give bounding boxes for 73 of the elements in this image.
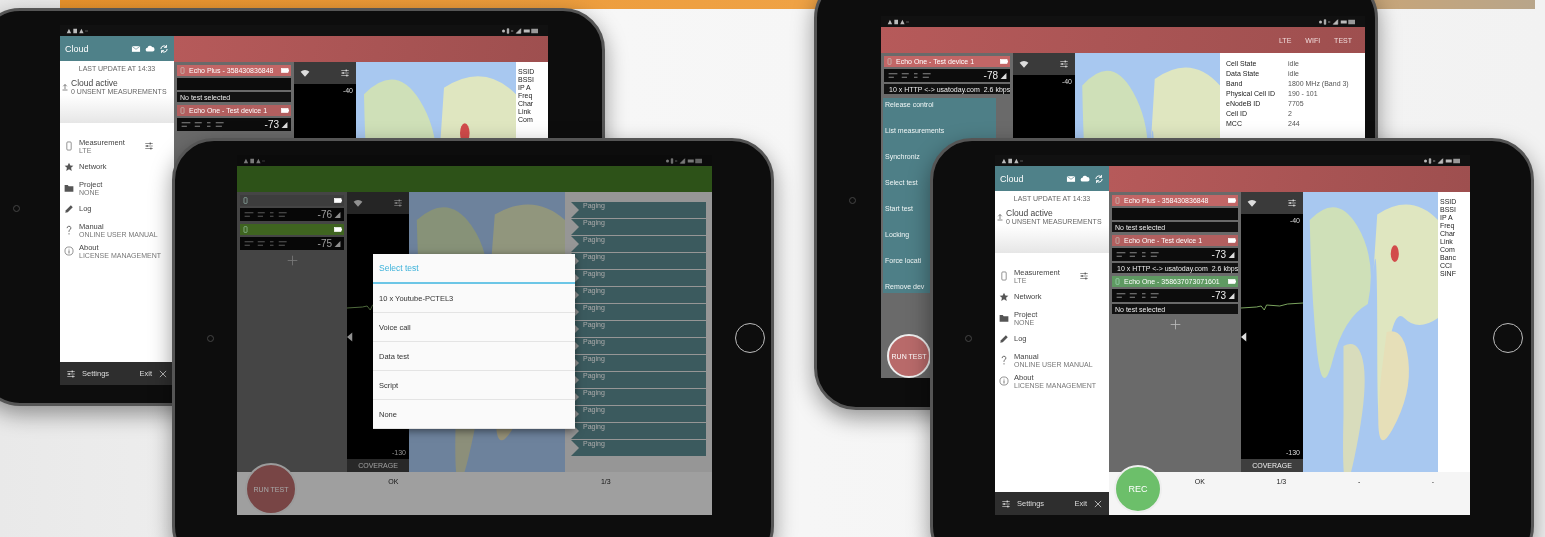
signal-icon [281,121,288,128]
phone-icon [886,58,893,65]
phone-icon [179,107,186,114]
cloud-icon[interactable] [145,43,155,54]
signal-icon [1228,292,1235,299]
close-icon [1093,498,1103,509]
phone-icon [1114,237,1121,244]
signal-reading: -73 [264,119,279,130]
wifi-icon[interactable] [1247,198,1257,208]
cloud-status: Cloud active [71,78,119,88]
wifi-icon[interactable] [1019,59,1029,69]
pencil-icon [999,333,1009,344]
sliders-icon[interactable] [1001,498,1011,509]
phone-icon [999,270,1009,281]
device-header[interactable] [240,224,344,235]
close-icon [158,368,168,379]
battery-icon [281,108,289,113]
notification-icons-drawing [243,157,265,164]
help-icon [64,224,74,235]
sliders-icon[interactable] [393,198,403,208]
cloud-icon[interactable] [1080,173,1090,184]
drawer-title: Cloud [1000,173,1024,184]
signal-reading: -75 [317,238,332,249]
cloud-status: Cloud active [1006,208,1054,218]
phone-icon [1114,278,1121,285]
pencil-icon [64,203,74,214]
battery-icon [334,198,342,203]
help-icon [999,354,1009,365]
signal-reading: -76 [317,209,332,220]
notification-icons-drawing [1001,157,1023,164]
battery-icon [334,227,342,232]
notification-icons-drawing [66,27,88,34]
sliders-icon[interactable] [1059,59,1069,69]
mail-icon[interactable] [131,43,141,54]
sliders-icon[interactable] [66,368,76,379]
sync-icon[interactable] [1094,173,1104,184]
star-icon [64,161,74,172]
drawer-title: Cloud [65,43,89,54]
phone-icon [1114,197,1121,204]
dialog-title: Select test [373,254,575,284]
battery-icon [1000,59,1008,64]
sliders-icon[interactable] [340,68,350,78]
sliders-icon[interactable] [1078,270,1089,281]
phone-icon [242,226,249,233]
battery-icon [1228,198,1236,203]
sync-icon[interactable] [159,43,169,54]
folder-icon [64,182,74,193]
signal-reading: -73 [1211,249,1226,260]
signal-reading: -73 [1211,290,1226,301]
sliders-icon[interactable] [143,140,154,151]
info-icon [999,375,1009,386]
battery-icon [1228,238,1236,243]
wifi-icon[interactable] [300,68,310,78]
phone-icon [242,197,249,204]
mail-icon[interactable] [1066,173,1076,184]
upload-icon [996,212,1004,221]
folder-icon [999,312,1009,323]
phone-icon [179,67,186,74]
signal-icon [334,211,341,218]
signal-icon [1228,251,1235,258]
wifi-icon[interactable] [353,198,363,208]
info-icon [64,245,74,256]
notification-icons-drawing [887,18,909,25]
device-header[interactable] [240,195,344,206]
battery-icon [1228,279,1236,284]
upload-icon [61,82,69,91]
signal-icon [1000,72,1007,79]
battery-icon [281,68,289,73]
phone-icon [64,140,74,151]
sliders-icon[interactable] [1287,198,1297,208]
signal-reading: -78 [983,70,998,81]
star-icon [999,291,1009,302]
signal-icon [334,240,341,247]
